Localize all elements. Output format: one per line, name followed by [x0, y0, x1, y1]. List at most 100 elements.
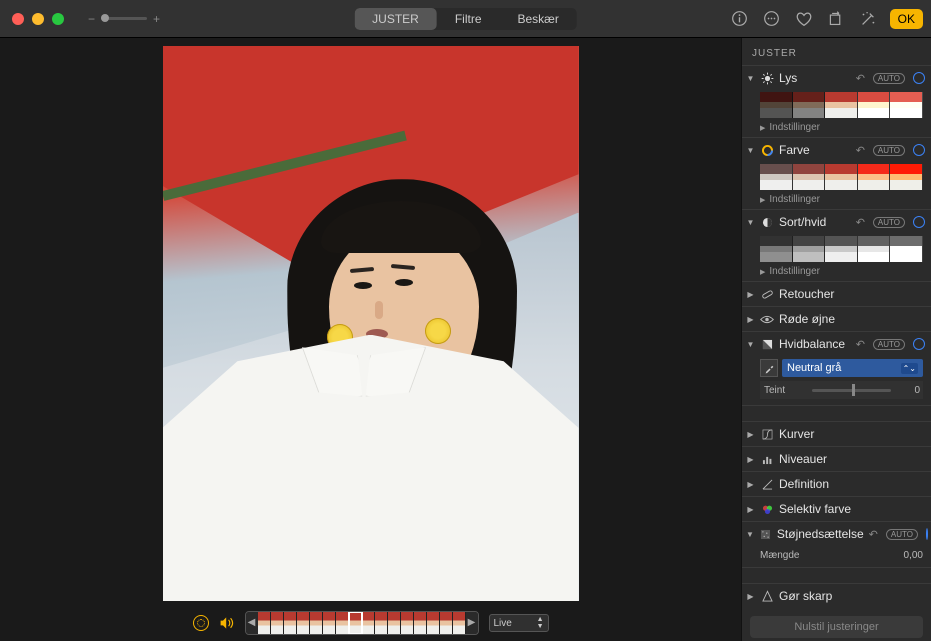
bw-thumb[interactable] [793, 236, 826, 262]
frame-thumb[interactable] [336, 612, 349, 634]
color-thumb[interactable] [890, 164, 923, 190]
close-window-button[interactable] [12, 13, 24, 25]
bw-thumb[interactable] [760, 236, 793, 262]
frame-thumb[interactable] [401, 612, 414, 634]
rotate-icon[interactable] [826, 9, 846, 29]
eyedropper-button[interactable] [760, 359, 778, 377]
reset-noise-icon[interactable]: ↶ [869, 528, 878, 541]
disclosure-down-icon: ▼ [746, 530, 754, 539]
section-definition-header[interactable]: ▶ Definition [742, 472, 931, 496]
section-curves-header[interactable]: ▶ Kurver [742, 422, 931, 446]
sound-icon[interactable] [219, 616, 235, 630]
frame-thumb[interactable] [310, 612, 323, 634]
done-button[interactable]: OK [890, 9, 923, 29]
frame-thumb[interactable] [297, 612, 310, 634]
bw-preview-strip[interactable] [742, 234, 931, 264]
color-thumb[interactable] [793, 164, 826, 190]
bw-thumb[interactable] [858, 236, 891, 262]
prev-frame-button[interactable]: ◀ [246, 612, 258, 634]
color-thumb[interactable] [825, 164, 858, 190]
adjust-sidebar: JUSTER ▼ Lys ↶ AUTO ▶ Indstillinger ▼ [741, 38, 931, 641]
color-thumb[interactable] [760, 164, 793, 190]
info-icon[interactable] [730, 9, 750, 29]
frame-thumb[interactable] [427, 612, 440, 634]
frame-thumb[interactable] [258, 612, 271, 634]
section-noise-header[interactable]: ▼ Støjnedsættelse ↶ AUTO [742, 522, 931, 546]
frame-thumb[interactable] [453, 612, 466, 634]
section-retouch-header[interactable]: ▶ Retoucher [742, 282, 931, 306]
enable-light-toggle[interactable] [913, 72, 925, 84]
reset-bw-icon[interactable]: ↶ [856, 216, 865, 229]
heart-icon[interactable] [794, 9, 814, 29]
color-settings-toggle[interactable]: ▶ Indstillinger [742, 192, 931, 209]
minimize-window-button[interactable] [32, 13, 44, 25]
color-preview-strip[interactable] [742, 162, 931, 192]
light-thumb[interactable] [858, 92, 891, 118]
tint-track[interactable] [812, 389, 891, 392]
tint-slider[interactable]: Teint 0 [760, 381, 923, 399]
color-thumb[interactable] [858, 164, 891, 190]
section-whitebalance-header[interactable]: ▼ Hvidbalance ↶ AUTO [742, 332, 931, 356]
bw-thumb[interactable] [825, 236, 858, 262]
frame-thumb[interactable] [414, 612, 427, 634]
frame-thumb-keyframe[interactable] [349, 612, 362, 634]
reset-light-icon[interactable]: ↶ [856, 72, 865, 85]
tab-filters[interactable]: Filtre [437, 8, 500, 30]
section-sharpen-header[interactable]: ▶ Gør skarp [742, 584, 931, 608]
light-thumb[interactable] [890, 92, 923, 118]
light-thumb[interactable] [760, 92, 793, 118]
noise-amount-row[interactable]: Mængde 0,00 [742, 546, 931, 567]
light-thumb[interactable] [825, 92, 858, 118]
whitebalance-mode-select[interactable]: Neutral grå ⌃⌄ [782, 359, 923, 377]
reset-color-icon[interactable]: ↶ [856, 144, 865, 157]
light-thumb[interactable] [793, 92, 826, 118]
bw-settings-toggle[interactable]: ▶ Indstillinger [742, 264, 931, 281]
frame-thumb[interactable] [375, 612, 388, 634]
enable-noise-toggle[interactable] [926, 528, 928, 540]
light-preview-strip[interactable] [742, 90, 931, 120]
more-icon[interactable] [762, 9, 782, 29]
live-mode-select[interactable]: Live ▲▼ [489, 614, 549, 632]
bw-thumb[interactable] [890, 236, 923, 262]
section-light-header[interactable]: ▼ Lys ↶ AUTO [742, 66, 931, 90]
settings-label: Indstillinger [769, 122, 820, 133]
reset-all-button[interactable]: Nulstil justeringer [750, 616, 923, 638]
frame-scrubber[interactable]: ◀ ▶ [245, 611, 479, 635]
section-selectivecolor-header[interactable]: ▶ Selektiv farve [742, 497, 931, 521]
zoom-thumb[interactable] [101, 14, 109, 22]
reset-whitebalance-icon[interactable]: ↶ [856, 338, 865, 351]
light-icon [760, 71, 774, 85]
frame-thumb[interactable] [440, 612, 453, 634]
live-photo-icon[interactable] [193, 615, 209, 631]
section-noise: ▼ Støjnedsættelse ↶ AUTO Mængde 0,00 [742, 521, 931, 567]
section-redeye-header[interactable]: ▶ Røde øjne [742, 307, 931, 331]
light-settings-toggle[interactable]: ▶ Indstillinger [742, 120, 931, 137]
section-bw-label: Sort/hvid [779, 215, 851, 229]
auto-noise-button[interactable]: AUTO [886, 529, 918, 540]
auto-light-button[interactable]: AUTO [873, 73, 905, 84]
magic-icon[interactable] [858, 9, 878, 29]
frame-thumb[interactable] [284, 612, 297, 634]
frame-thumb[interactable] [362, 612, 375, 634]
tab-crop[interactable]: Beskær [500, 8, 577, 30]
frame-thumb[interactable] [388, 612, 401, 634]
section-bw-header[interactable]: ▼ Sort/hvid ↶ AUTO [742, 210, 931, 234]
section-levels-header[interactable]: ▶ Niveauer [742, 447, 931, 471]
auto-color-button[interactable]: AUTO [873, 145, 905, 156]
zoom-track[interactable] [101, 17, 147, 20]
zoom-slider[interactable]: − + [88, 12, 160, 26]
section-color-header[interactable]: ▼ Farve ↶ AUTO [742, 138, 931, 162]
tab-adjust[interactable]: JUSTER [354, 8, 437, 30]
whitebalance-mode-value: Neutral grå [787, 362, 841, 374]
tint-thumb[interactable] [852, 384, 855, 396]
auto-whitebalance-button[interactable]: AUTO [873, 339, 905, 350]
frame-thumb[interactable] [323, 612, 336, 634]
enable-bw-toggle[interactable] [913, 216, 925, 228]
enable-color-toggle[interactable] [913, 144, 925, 156]
photo-preview[interactable] [163, 46, 579, 601]
frame-thumb[interactable] [271, 612, 284, 634]
next-frame-button[interactable]: ▶ [466, 612, 478, 634]
enable-whitebalance-toggle[interactable] [913, 338, 925, 350]
auto-bw-button[interactable]: AUTO [873, 217, 905, 228]
fullscreen-window-button[interactable] [52, 13, 64, 25]
